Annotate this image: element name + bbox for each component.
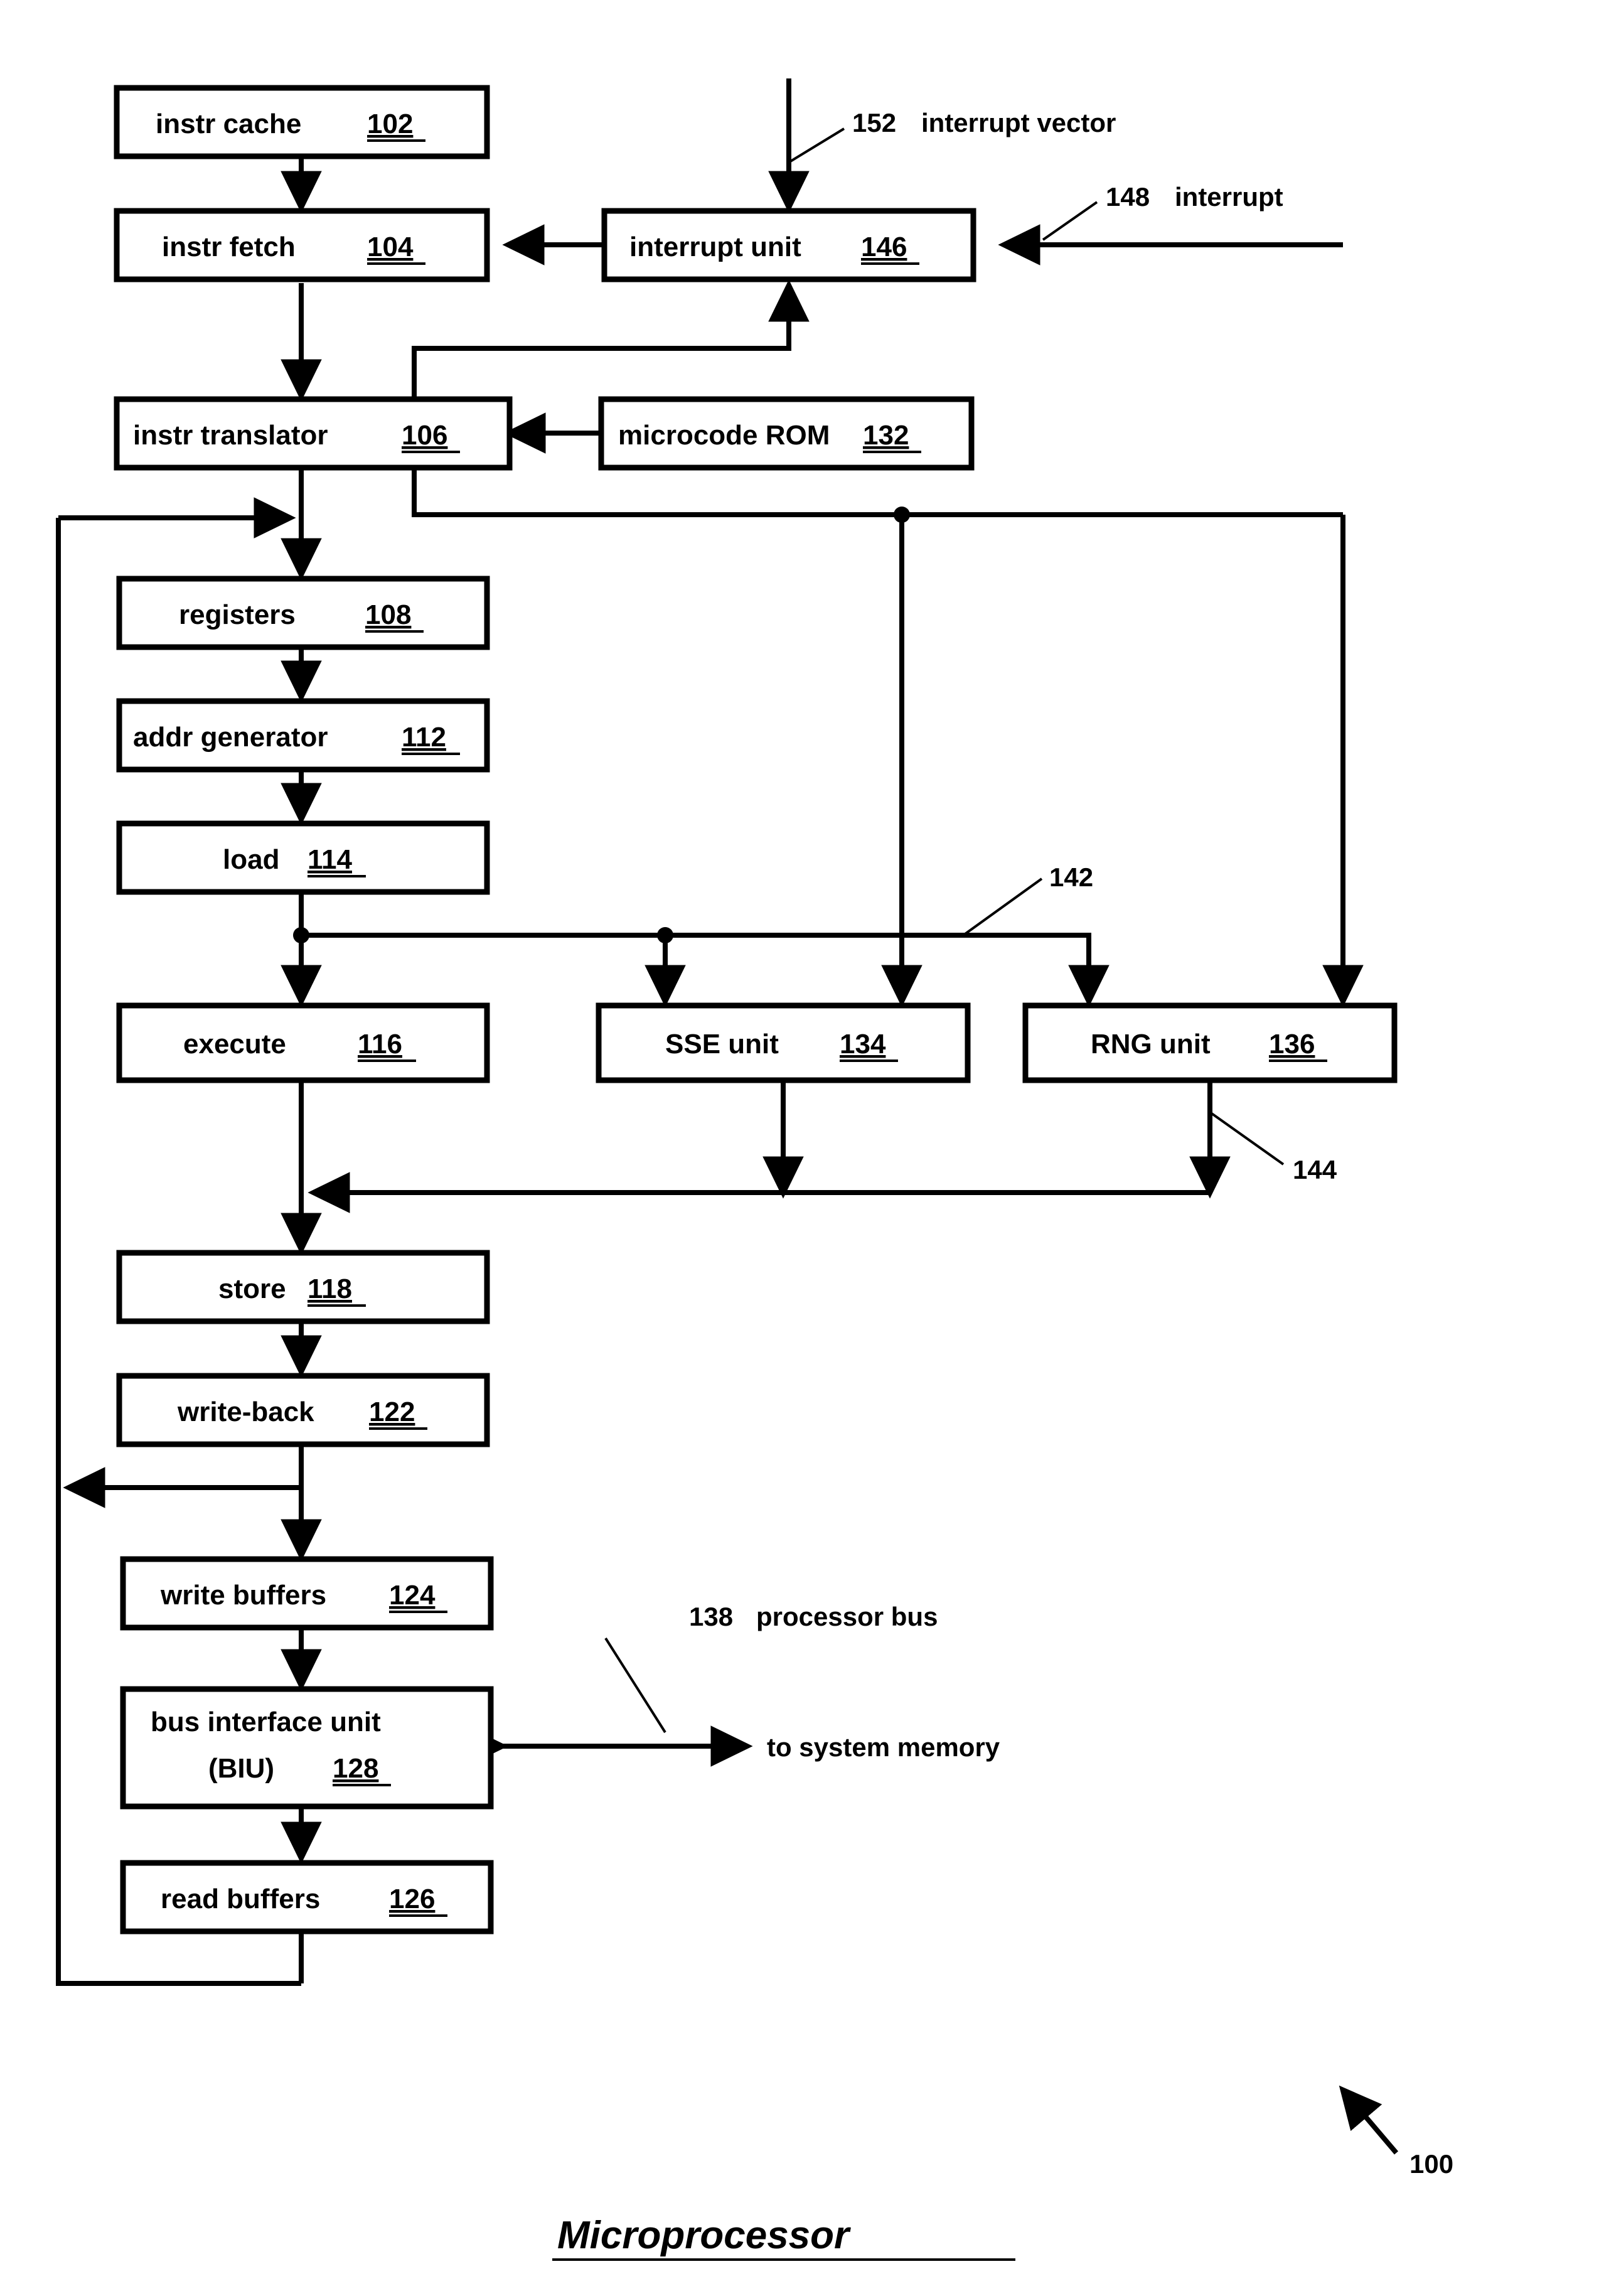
annotation-num-148: 148 <box>1106 182 1150 212</box>
edge-units-to-store <box>281 1080 1231 1255</box>
edge-translator-bus <box>412 466 1364 1007</box>
edge-load-to-execute <box>281 892 1110 1007</box>
figure-ref-number: 100 <box>1409 2149 1453 2179</box>
annotation-system-memory: to system memory <box>767 1732 1000 1762</box>
leader-142 <box>962 877 1043 936</box>
block-instr-cache[interactable]: instr cache 102 <box>114 85 490 159</box>
block-num-sse-unit: 134 <box>840 1029 886 1059</box>
block-interrupt-unit[interactable]: interrupt unit 146 <box>601 208 976 282</box>
block-load[interactable]: load 114 <box>116 820 490 895</box>
edge-writeback-to-writebuffers <box>63 1444 322 1562</box>
block-label-store: store <box>218 1274 286 1304</box>
block-read-buffers[interactable]: read buffers 126 <box>120 1860 494 1934</box>
block-num-instr-cache: 102 <box>367 109 413 139</box>
block-label-read-buffers: read buffers <box>161 1884 320 1914</box>
block-num-interrupt-unit: 146 <box>861 232 907 262</box>
annotation-142: 142 <box>1049 862 1093 892</box>
block-label-registers: registers <box>179 599 296 630</box>
figure-ref-100: 100 <box>1409 2149 1453 2179</box>
block-label-load: load <box>223 844 279 875</box>
block-label-interrupt-unit: interrupt unit <box>629 232 801 262</box>
block-num-read-buffers: 126 <box>389 1884 435 1914</box>
block-label-addr-generator: addr generator <box>133 722 328 753</box>
block-write-buffers[interactable]: write buffers 124 <box>120 1556 494 1631</box>
block-registers[interactable]: registers 108 <box>116 576 490 650</box>
block-label-instr-translator: instr translator <box>133 420 328 451</box>
block-num-addr-generator: 112 <box>402 722 446 753</box>
annotation-num-138: 138 <box>689 1602 733 1631</box>
annotation-text-system-memory: to system memory <box>767 1732 1000 1762</box>
figure-title: Microprocessor <box>552 2214 1015 2261</box>
block-label-rng-unit: RNG unit <box>1091 1029 1211 1059</box>
block-num-rng-unit: 136 <box>1269 1029 1315 1059</box>
block-label-microcode-rom: microcode ROM <box>618 420 830 451</box>
annotation-num-144: 144 <box>1293 1155 1337 1184</box>
annotation-num-142: 142 <box>1049 862 1093 892</box>
annotation-text-processor-bus: processor bus <box>756 1602 938 1631</box>
annotation-text-interrupt-vector: interrupt vector <box>921 108 1116 137</box>
microprocessor-block-diagram: instr cache 102 instr fetch 104 interrup… <box>0 0 1599 2296</box>
block-label-biu-line2: (BIU) <box>208 1753 274 1784</box>
block-addr-generator[interactable]: addr generator 112 <box>116 698 490 773</box>
block-label-write-back: write-back <box>177 1397 314 1427</box>
block-rng-unit[interactable]: RNG unit 136 <box>1022 1002 1398 1083</box>
block-bus-interface-unit[interactable]: bus interface unit (BIU) 128 <box>120 1686 494 1810</box>
edge-translator-to-interrupt <box>412 279 810 403</box>
block-microcode-rom[interactable]: microcode ROM 132 <box>598 396 975 471</box>
block-num-instr-fetch: 104 <box>367 232 414 262</box>
block-num-store: 118 <box>308 1274 352 1304</box>
annotation-processor-bus: 138 processor bus <box>689 1602 938 1631</box>
block-instr-fetch[interactable]: instr fetch 104 <box>114 208 490 282</box>
block-num-execute: 116 <box>358 1029 402 1059</box>
block-num-load: 114 <box>308 844 353 875</box>
block-label-instr-cache: instr cache <box>156 109 301 139</box>
annotation-144: 144 <box>1293 1155 1337 1184</box>
block-label-biu-line1: bus interface unit <box>151 1707 381 1737</box>
block-num-registers: 108 <box>365 599 411 630</box>
annotation-interrupt-vector: 152 interrupt vector <box>788 108 1116 163</box>
block-write-back[interactable]: write-back 122 <box>116 1373 490 1447</box>
block-instr-translator[interactable]: instr translator 106 <box>114 396 513 471</box>
figure-title-text: Microprocessor <box>557 2214 851 2257</box>
leader-100 <box>1339 2085 1399 2155</box>
block-store[interactable]: store 118 <box>116 1250 490 1324</box>
edge-processor-bus <box>466 1637 753 1767</box>
block-num-write-buffers: 124 <box>389 1580 436 1611</box>
block-label-write-buffers: write buffers <box>160 1580 326 1611</box>
annotation-interrupt: 148 interrupt <box>1042 182 1283 241</box>
block-sse-unit[interactable]: SSE unit 134 <box>596 1002 971 1083</box>
block-num-biu: 128 <box>333 1753 378 1784</box>
block-num-write-back: 122 <box>369 1397 415 1427</box>
annotation-num-152: 152 <box>852 108 896 137</box>
leader-144 <box>1209 1111 1285 1166</box>
block-num-instr-translator: 106 <box>402 420 447 451</box>
block-label-sse-unit: SSE unit <box>665 1029 779 1059</box>
block-num-microcode-rom: 132 <box>863 420 909 451</box>
annotation-text-interrupt: interrupt <box>1175 182 1283 212</box>
block-label-instr-fetch: instr fetch <box>162 232 296 262</box>
block-label-execute: execute <box>183 1029 286 1059</box>
block-execute[interactable]: execute 116 <box>116 1002 490 1083</box>
